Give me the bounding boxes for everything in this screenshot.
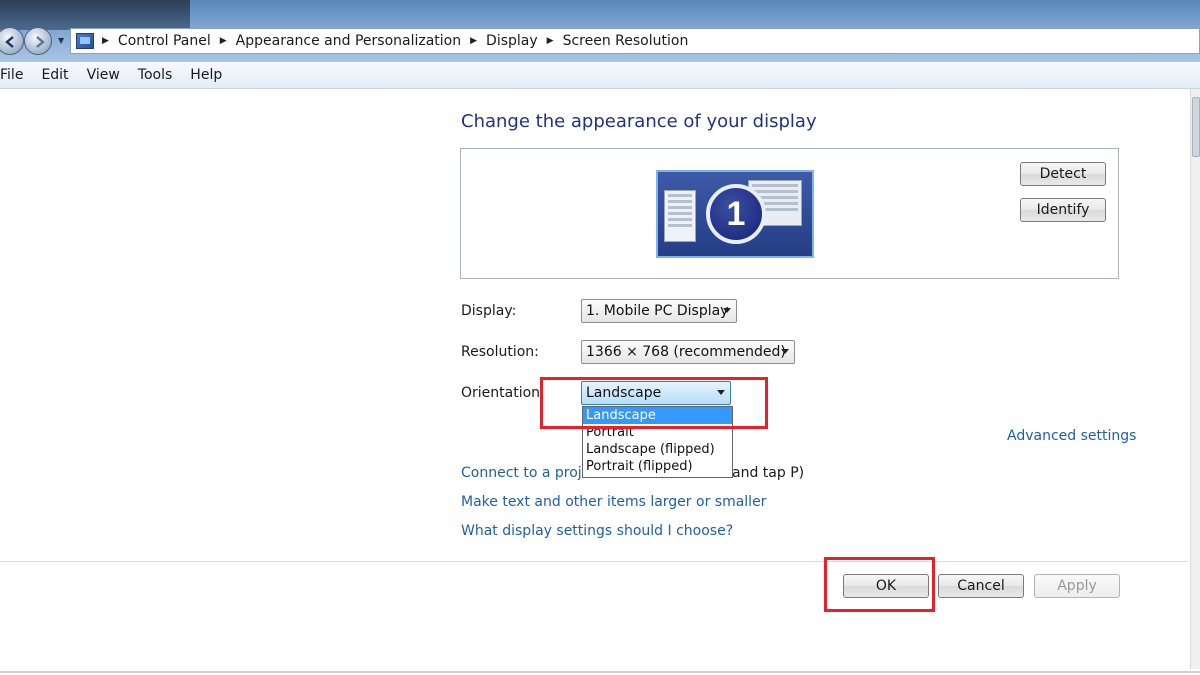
display-preview-panel: 1 Detect Identify: [460, 148, 1119, 279]
back-arrow-icon: [5, 36, 14, 48]
apply-button[interactable]: Apply: [1034, 574, 1120, 598]
recent-pages-dropdown-icon[interactable]: ▼: [58, 36, 68, 46]
display-settings-help-link[interactable]: What display settings should I choose?: [461, 523, 733, 539]
orientation-option-landscape-flipped[interactable]: Landscape (flipped): [583, 441, 732, 458]
breadcrumb-item-appearance[interactable]: Appearance and Personalization: [236, 33, 461, 49]
connect-projector-link[interactable]: Connect to a projec: [461, 465, 598, 481]
menu-help[interactable]: Help: [181, 67, 231, 83]
orientation-highlight-box: [540, 377, 768, 429]
breadcrumb-arrow-icon[interactable]: ▶: [102, 36, 109, 46]
monitor-number-badge: 1: [706, 184, 766, 244]
menu-file[interactable]: File: [0, 67, 32, 83]
menu-bar: File Edit View Tools Help: [0, 62, 1200, 89]
page-title: Change the appearance of your display: [461, 111, 817, 132]
menu-tools[interactable]: Tools: [129, 67, 182, 83]
breadcrumb-item-control-panel[interactable]: Control Panel: [118, 33, 211, 49]
display-select[interactable]: 1. Mobile PC Display: [581, 299, 737, 323]
ok-highlight-box: [824, 557, 935, 612]
footer-divider: [0, 561, 1188, 562]
cancel-button[interactable]: Cancel: [938, 574, 1024, 598]
vertical-scrollbar[interactable]: [1190, 89, 1200, 669]
breadcrumb-arrow-icon[interactable]: ▶: [547, 36, 554, 46]
window-bottom-border: [0, 671, 1200, 673]
resolution-select-value: 1366 × 768 (recommended): [586, 344, 786, 360]
chevron-down-icon: [723, 308, 731, 313]
breadcrumb-item-display[interactable]: Display: [486, 33, 538, 49]
breadcrumb-arrow-icon[interactable]: ▶: [470, 36, 477, 46]
mini-window-graphic: [664, 190, 696, 242]
address-bar[interactable]: ▶ Control Panel ▶ Appearance and Persona…: [70, 28, 1200, 54]
detect-button[interactable]: Detect: [1020, 162, 1106, 186]
chevron-down-icon: [781, 349, 789, 354]
text-size-link[interactable]: Make text and other items larger or smal…: [461, 494, 766, 510]
resolution-label: Resolution:: [461, 344, 539, 360]
scrollbar-thumb[interactable]: [1192, 97, 1200, 157]
taskbar-thumbnail-area: [0, 0, 190, 30]
breadcrumb-arrow-icon[interactable]: ▶: [220, 36, 227, 46]
orientation-option-portrait-flipped[interactable]: Portrait (flipped): [583, 458, 732, 475]
advanced-settings-link[interactable]: Advanced settings: [1007, 428, 1136, 444]
resolution-select[interactable]: 1366 × 768 (recommended): [581, 340, 795, 364]
monitor-1-icon[interactable]: 1: [656, 170, 814, 258]
menu-view[interactable]: View: [78, 67, 129, 83]
breadcrumb-item-screen-resolution[interactable]: Screen Resolution: [563, 33, 689, 49]
control-panel-icon: [76, 33, 94, 49]
display-label: Display:: [461, 303, 517, 319]
display-select-value: 1. Mobile PC Display: [586, 303, 729, 319]
forward-arrow-icon: [36, 36, 45, 48]
identify-button[interactable]: Identify: [1020, 198, 1106, 222]
orientation-label: Orientation:: [461, 385, 545, 401]
breadcrumb: ▶ Control Panel ▶ Appearance and Persona…: [102, 33, 688, 49]
connect-projector-hint: and tap P): [732, 465, 805, 481]
menu-edit[interactable]: Edit: [32, 67, 77, 83]
forward-button[interactable]: [24, 27, 52, 55]
